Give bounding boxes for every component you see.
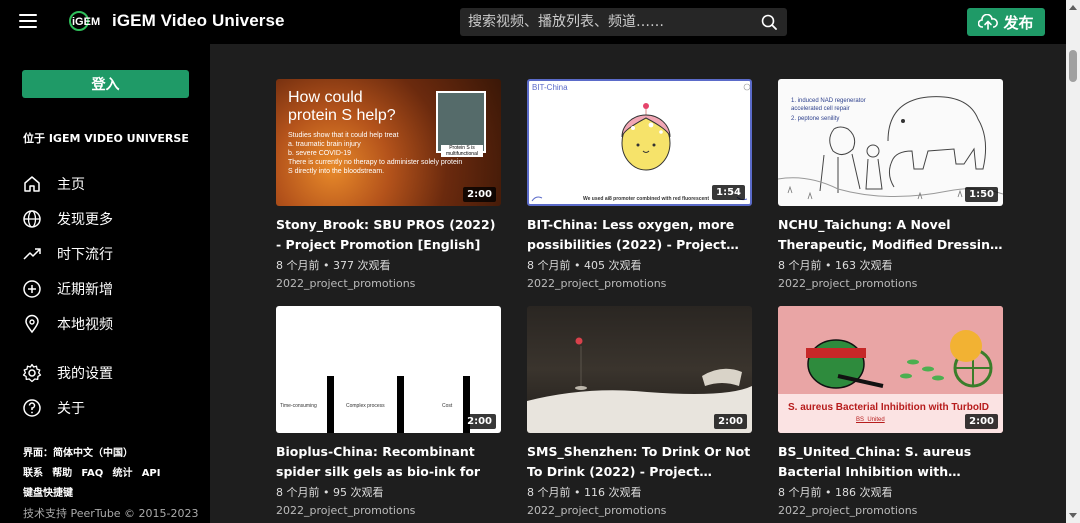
help-link[interactable]: 帮助 xyxy=(52,468,72,479)
sidebar-item-label: 时下流行 xyxy=(57,247,113,263)
video-thumbnail[interactable]: How could protein S help? Studies show t… xyxy=(276,79,501,206)
thumbnail-caption: We used ai8 promoter combined with red f… xyxy=(582,196,710,202)
video-card[interactable]: 2:00 SMS_Shenzhen: To Drink Or Not To Dr… xyxy=(527,306,752,520)
video-title[interactable]: Stony_Brook: SBU PROS (2022) - Project P… xyxy=(276,215,501,255)
search-icon[interactable] xyxy=(761,14,777,30)
login-button[interactable]: 登入 xyxy=(22,70,189,98)
sidebar-item-label: 近期新增 xyxy=(57,282,113,298)
help-icon xyxy=(23,399,41,417)
gear-icon xyxy=(22,363,42,383)
video-thumbnail[interactable]: 2:00 xyxy=(527,306,752,433)
sidebar-item-home[interactable]: 主页 xyxy=(22,172,85,196)
video-duration: 2:00 xyxy=(965,414,998,429)
top-header: iGEM iGEM Video Universe 发布 xyxy=(0,0,1066,44)
video-meta: 8 个月前 • 377 次观看 xyxy=(276,259,391,272)
video-channel[interactable]: 2022_project_promotions xyxy=(778,502,1003,520)
interface-language: 界面：简体中文（中国） xyxy=(23,444,133,459)
globe-icon xyxy=(23,210,41,228)
video-channel[interactable]: 2022_project_promotions xyxy=(778,275,1003,293)
api-link[interactable]: API xyxy=(142,468,161,479)
sidebar-item-recent[interactable]: 近期新增 xyxy=(22,277,113,301)
video-title[interactable]: BIT-China: Less oxygen, more possibiliti… xyxy=(527,215,752,255)
stats-link[interactable]: 统计 xyxy=(113,468,133,479)
thumbnail-bar xyxy=(397,376,404,433)
video-title[interactable]: NCHU_Taichung: A Novel Therapeutic, Modi… xyxy=(778,215,1003,255)
home-icon xyxy=(24,176,40,192)
video-channel[interactable]: 2022_project_promotions xyxy=(527,275,752,293)
video-meta: 8 个月前 • 163 次观看 xyxy=(778,259,893,272)
video-thumbnail[interactable]: 1. induced NAD regenerator accelerated c… xyxy=(778,79,1003,206)
scrollbar[interactable] xyxy=(1066,0,1080,523)
thumbnail-caption: S. aureus Bacterial Inhibition with Turb… xyxy=(788,402,989,413)
sidebar-item-label: 发现更多 xyxy=(57,212,113,228)
video-channel[interactable]: 2022_project_promotions xyxy=(527,502,752,520)
scrollbar-thumb[interactable] xyxy=(1069,50,1077,82)
video-channel[interactable]: 2022_project_promotions xyxy=(276,275,501,293)
interface-label: 界面： xyxy=(23,448,53,459)
publish-label: 发布 xyxy=(1003,13,1034,32)
video-card[interactable]: 1. induced NAD regenerator accelerated c… xyxy=(778,79,1003,293)
video-meta: 8 个月前 • 186 次观看 xyxy=(778,486,893,499)
video-meta: 8 个月前 • 116 次观看 xyxy=(527,486,642,499)
thumbnail-inset-label: Protein S is multifunctional xyxy=(441,145,483,157)
sidebar-item-settings[interactable]: 我的设置 xyxy=(22,361,113,385)
contact-link[interactable]: 联系 xyxy=(23,468,43,479)
video-duration: 2:00 xyxy=(463,414,496,429)
sidebar-item-discover[interactable]: 发现更多 xyxy=(22,207,113,231)
video-meta: 8 个月前 • 405 次观看 xyxy=(527,259,642,272)
sidebar-heading: 位于 IGEM VIDEO UNIVERSE xyxy=(23,132,189,145)
thumbnail-subcaption: BS_United xyxy=(856,417,885,423)
search-box xyxy=(460,8,787,36)
thumbnail-inset-image xyxy=(436,91,486,153)
search-input[interactable] xyxy=(460,8,750,36)
sidebar-item-about[interactable]: 关于 xyxy=(22,396,85,420)
scroll-down-arrow-icon[interactable] xyxy=(1069,513,1077,518)
video-duration: 2:00 xyxy=(714,414,747,429)
faq-link[interactable]: FAQ xyxy=(81,468,103,479)
footer-links: 联系 帮助 FAQ 统计 API xyxy=(23,464,160,479)
location-icon xyxy=(25,314,39,334)
shortcuts-link[interactable]: 键盘快捷键 xyxy=(23,484,73,499)
video-title[interactable]: BS_United_China: S. aureus Bacterial Inh… xyxy=(778,442,1003,482)
publish-button[interactable]: 发布 xyxy=(967,8,1045,36)
video-thumbnail[interactable]: Time-consuming Complex process Cost 2:00 xyxy=(276,306,501,433)
site-title[interactable]: iGEM Video Universe xyxy=(112,11,285,31)
sidebar: 登入 位于 IGEM VIDEO UNIVERSE 主页 发现更多 时下流行 近… xyxy=(0,44,210,523)
video-duration: 1:54 xyxy=(712,185,745,200)
video-card[interactable]: BIT-China We used ai8 promoter combined … xyxy=(527,79,752,293)
copyright-text[interactable]: 技术支持 PeerTube © 2015-2023 xyxy=(23,505,199,521)
sidebar-item-label: 本地视频 xyxy=(57,317,113,333)
interface-language-link[interactable]: 简体中文（中国） xyxy=(53,448,133,459)
video-thumbnail[interactable]: BIT-China We used ai8 promoter combined … xyxy=(527,79,752,206)
menu-icon[interactable] xyxy=(19,14,37,29)
scroll-up-arrow-icon[interactable] xyxy=(1069,5,1077,10)
upload-cloud-icon xyxy=(978,14,999,30)
video-title[interactable]: SMS_Shenzhen: To Drink Or Not To Drink (… xyxy=(527,442,752,482)
video-channel[interactable]: 2022_project_promotions xyxy=(276,502,501,520)
sidebar-item-label: 关于 xyxy=(57,401,85,417)
video-card[interactable]: Time-consuming Complex process Cost 2:00… xyxy=(276,306,501,520)
sidebar-item-local[interactable]: 本地视频 xyxy=(22,312,113,336)
plus-circle-icon xyxy=(23,280,41,298)
video-card[interactable]: S. aureus Bacterial Inhibition with Turb… xyxy=(778,306,1003,520)
thumbnail-bar xyxy=(327,376,334,433)
sidebar-item-label: 我的设置 xyxy=(57,366,113,382)
igem-logo[interactable]: iGEM xyxy=(69,10,102,32)
video-thumbnail[interactable]: S. aureus Bacterial Inhibition with Turb… xyxy=(778,306,1003,433)
sidebar-item-label: 主页 xyxy=(57,177,85,193)
thumbnail-label: Time-consuming xyxy=(280,403,317,409)
video-meta: 8 个月前 • 95 次观看 xyxy=(276,486,384,499)
video-title[interactable]: Bioplus-China: Recombinant spider silk g… xyxy=(276,442,501,482)
sidebar-item-trending[interactable]: 时下流行 xyxy=(22,242,113,266)
video-duration: 1:50 xyxy=(965,187,998,202)
thumbnail-label: Complex process xyxy=(346,403,385,409)
video-card[interactable]: How could protein S help? Studies show t… xyxy=(276,79,501,293)
video-duration: 2:00 xyxy=(463,187,496,202)
svg-text:iGEM: iGEM xyxy=(72,16,100,28)
thumbnail-label: Cost xyxy=(442,403,453,409)
trending-icon xyxy=(23,248,41,260)
